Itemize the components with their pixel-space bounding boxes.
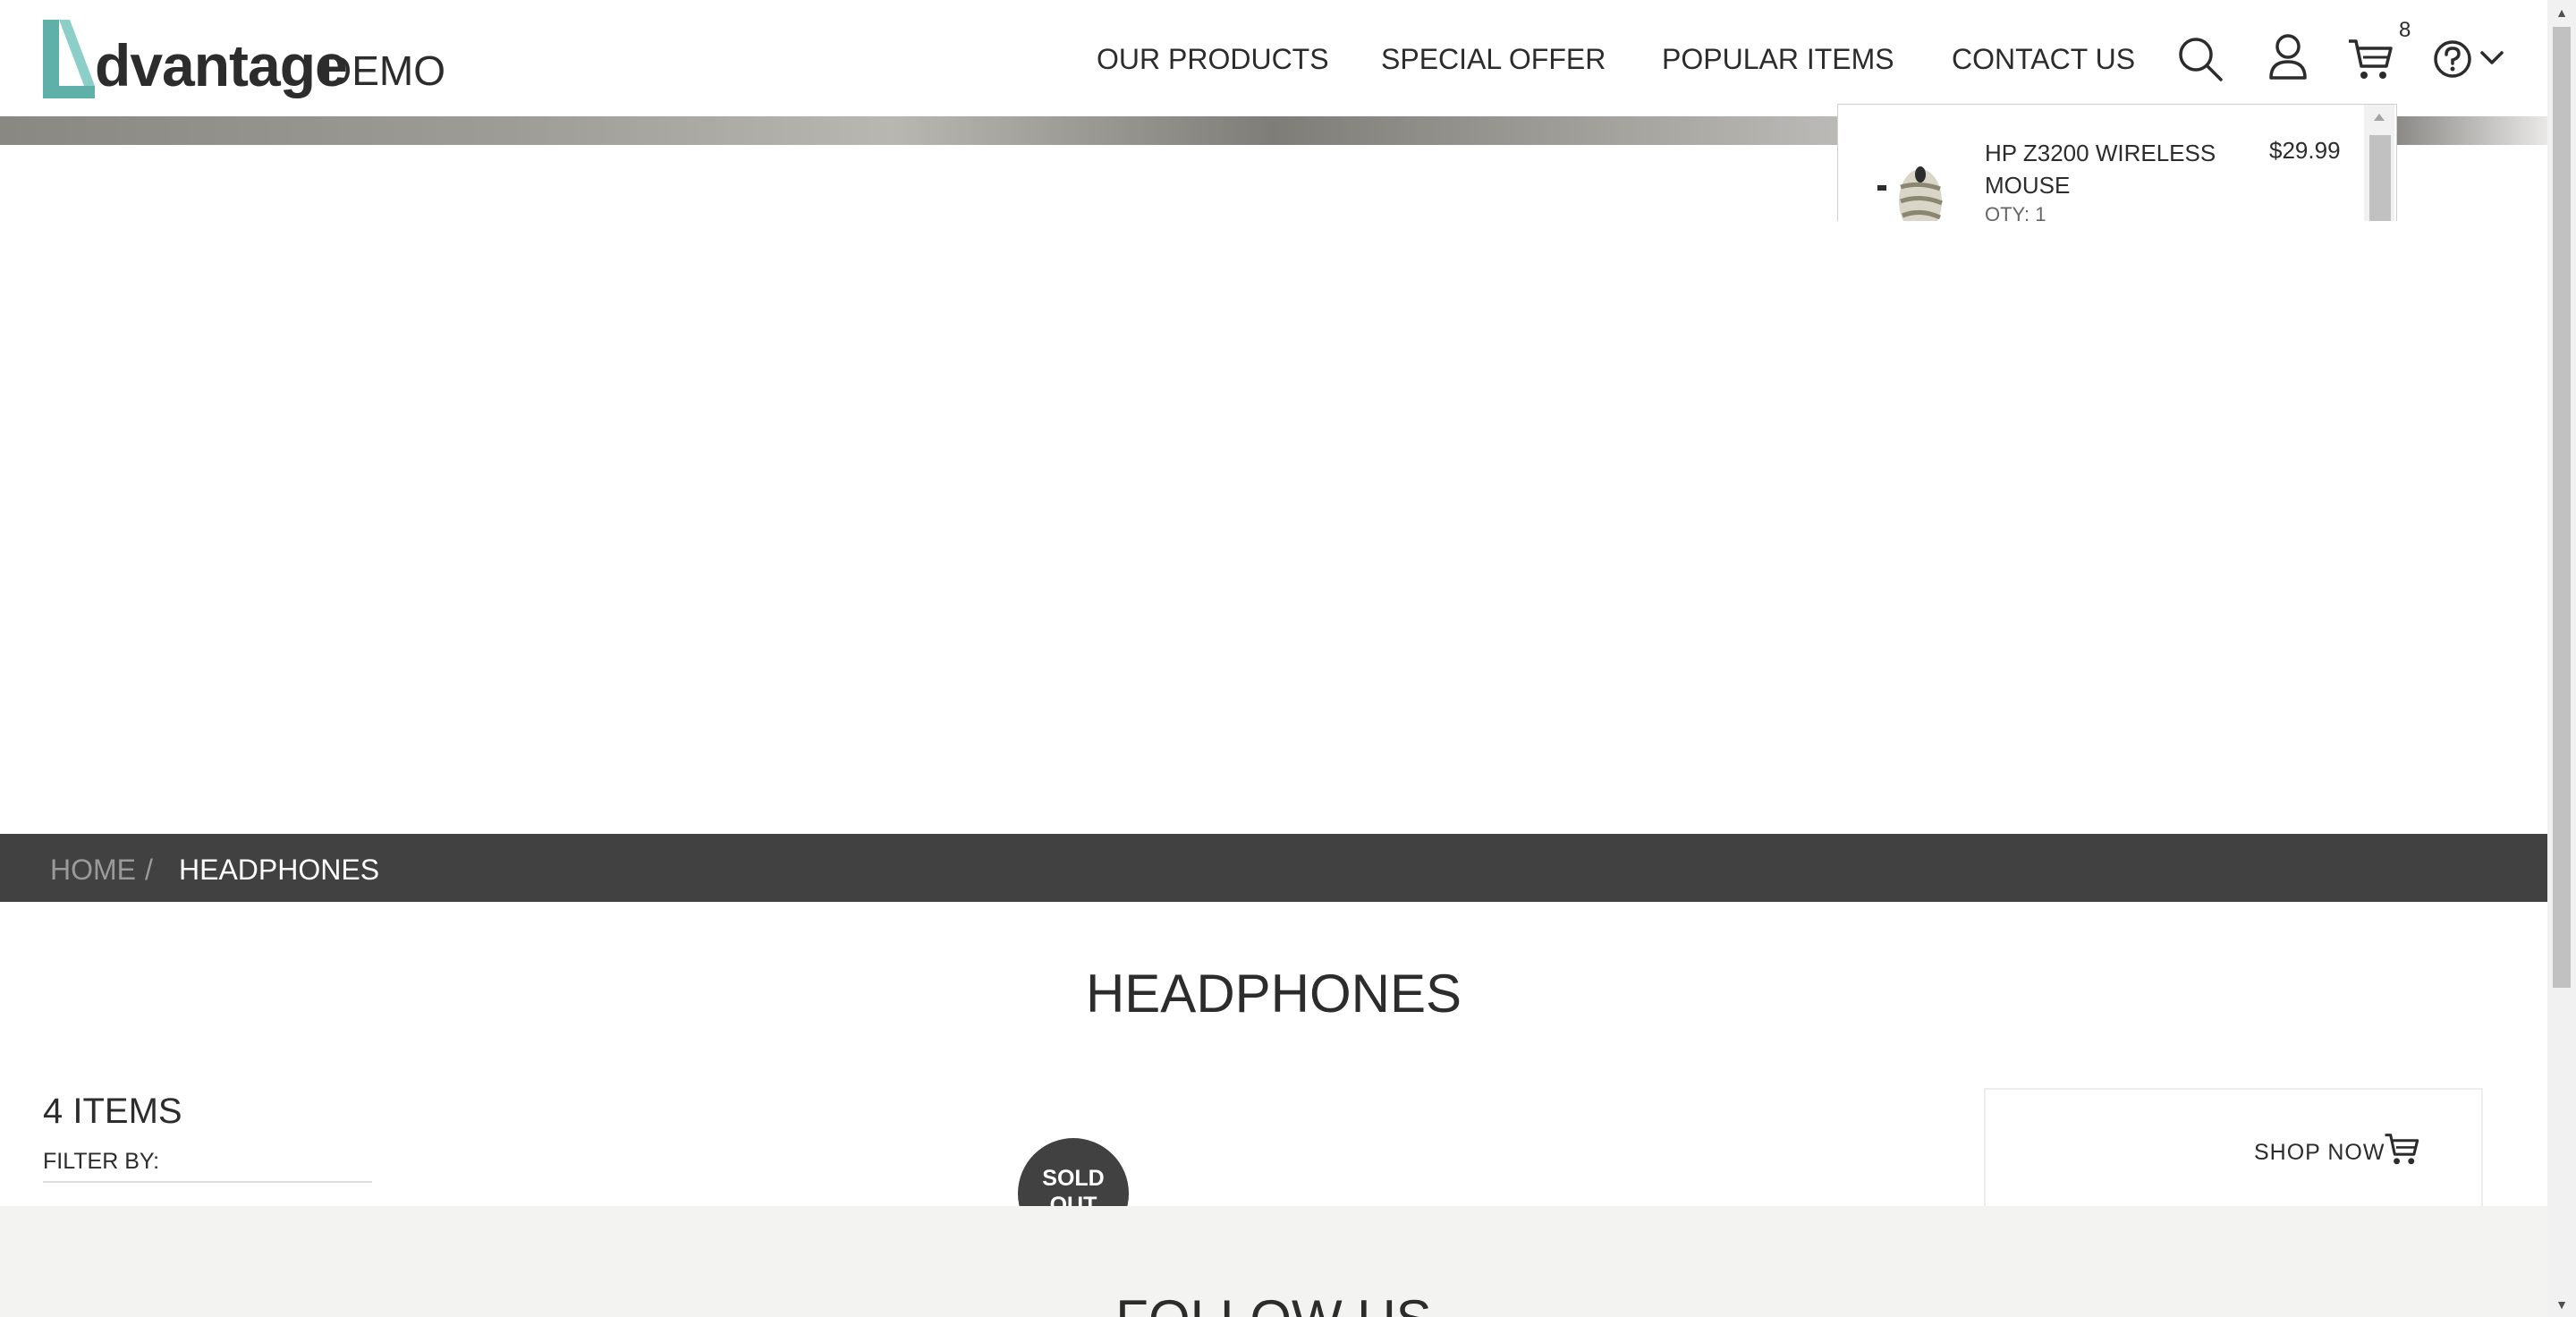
cart-popup-scroll-thumb[interactable] <box>2369 135 2391 221</box>
search-icon[interactable] <box>2177 36 2224 82</box>
chevron-down-icon[interactable] <box>2479 50 2504 66</box>
cart-count-badge: 8 <box>2399 18 2411 42</box>
cart-item-name[interactable]: HP Z3200 WIRELESS MOUSE <box>1985 137 2235 201</box>
brand-suffix[interactable]: DEMO <box>322 50 445 91</box>
scroll-up-icon[interactable]: ▲ <box>2547 0 2576 25</box>
breadcrumb-current: HEADPHONES <box>179 854 380 886</box>
brand-name[interactable]: dvantage <box>95 36 348 95</box>
product-thumbnail-icon[interactable] <box>1874 155 1954 221</box>
cart-item-qty: QTY: 1 <box>1985 203 2046 221</box>
help-icon[interactable] <box>2433 39 2472 79</box>
breadcrumb-home-link[interactable]: HOME <box>50 854 136 887</box>
nav-special-offer[interactable]: SPECIAL OFFER <box>1381 43 1606 75</box>
shop-now-label[interactable]: SHOP NOW <box>2254 1140 2385 1166</box>
site-header: dvantage DEMO OUR PRODUCTS SPECIAL OFFER… <box>0 0 2547 116</box>
shop-cart-icon[interactable] <box>2383 1131 2420 1167</box>
cart-icon[interactable] <box>2347 36 2394 82</box>
user-icon[interactable] <box>2268 32 2308 81</box>
cart-item-price: $29.99 <box>2269 137 2341 164</box>
nav-our-products[interactable]: OUR PRODUCTS <box>1097 43 1329 75</box>
cart-popup-scrollbar[interactable] <box>2364 105 2394 221</box>
breadcrumb-separator: / <box>145 854 153 886</box>
page-scrollbar[interactable]: ▲ ▼ <box>2547 0 2576 1317</box>
footer: FOLLOW US <box>0 1206 2547 1317</box>
cart-popup: HP Z3200 WIRELESS MOUSE $29.99 QTY: 1 <box>1837 104 2397 221</box>
nav-popular-items[interactable]: POPULAR ITEMS <box>1662 43 1894 75</box>
filter-divider <box>43 1181 372 1183</box>
items-count: 4 ITEMS <box>43 1092 182 1131</box>
filter-by-label[interactable]: FILTER BY: <box>43 1149 159 1175</box>
brand-logo-icon[interactable] <box>39 16 98 102</box>
follow-us-heading: FOLLOW US <box>0 1288 2547 1317</box>
scroll-up-arrow-icon[interactable] <box>2364 105 2394 132</box>
page-scroll-thumb[interactable] <box>2553 27 2571 988</box>
page-title: HEADPHONES <box>1085 964 1462 1024</box>
scroll-down-icon[interactable]: ▼ <box>2547 1292 2576 1317</box>
breadcrumb: HOME / HEADPHONES <box>0 834 2547 902</box>
nav-contact-us[interactable]: CONTACT US <box>1952 43 2135 75</box>
